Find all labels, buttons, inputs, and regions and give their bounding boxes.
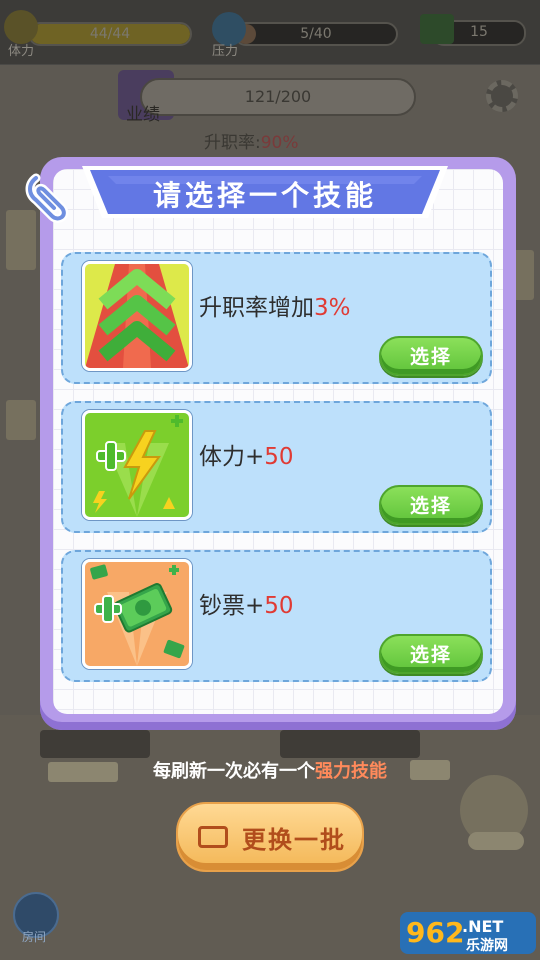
- refresh-hint: 每刷新一次必有一个强力技能: [0, 757, 540, 783]
- performance-label: 业绩: [126, 105, 160, 125]
- refresh-label: 更换一批: [242, 826, 346, 854]
- paperclip-icon: [25, 173, 69, 223]
- select-button[interactable]: 选择: [379, 634, 483, 674]
- cash-value: 15: [470, 24, 488, 40]
- site-watermark-logo: 962 .NET 乐游网: [400, 908, 536, 956]
- promotion-rate: 升职率:90%: [204, 128, 299, 153]
- skill-description: 体力+50: [199, 437, 294, 471]
- watermark-brand: 962: [406, 916, 464, 949]
- promotion-label: 升职率:: [204, 133, 261, 153]
- background-desk: [40, 730, 150, 758]
- skill-card[interactable]: 钞票+50 选择: [61, 550, 492, 682]
- stamina-bar: 44/44: [28, 22, 192, 46]
- performance-value: 121/200: [244, 87, 312, 106]
- hint-prefix: 每刷新一次必有一个: [153, 761, 315, 782]
- background-mascot-tag: [468, 832, 524, 850]
- performance-progress: 121/200: [140, 78, 416, 116]
- pressure-value: 5/40: [300, 26, 332, 42]
- lightning-icon: [4, 10, 38, 44]
- select-button[interactable]: 选择: [379, 336, 483, 376]
- background-desk: [280, 730, 420, 758]
- home-label: 房间: [22, 930, 47, 944]
- skill-description: 升职率增加3%: [199, 288, 351, 322]
- skill-name: 体力+: [199, 444, 265, 470]
- stamina-lightning-icon: [82, 410, 192, 520]
- video-icon: [198, 826, 228, 848]
- promotion-arrows-icon: [82, 261, 192, 371]
- skill-name: 升职率增加: [199, 295, 314, 321]
- pressure-bar: 5/40: [234, 22, 398, 46]
- skill-name: 钞票+: [199, 593, 265, 619]
- watermark-suffix: .NET: [462, 917, 503, 936]
- skill-card[interactable]: 升职率增加3% 选择: [61, 252, 492, 384]
- top-status-bar: 44/44 体力 5/40 压力 15: [0, 0, 540, 64]
- refresh-skills-button[interactable]: 更换一批: [176, 802, 364, 872]
- pressure-label: 压力: [212, 44, 239, 59]
- hint-highlight: 强力技能: [315, 761, 387, 782]
- skill-description: 钞票+50: [199, 586, 294, 620]
- cash-icon: [420, 14, 454, 44]
- stamina-label: 体力: [8, 44, 35, 59]
- promotion-value: 90%: [260, 133, 299, 153]
- skill-card[interactable]: 体力+50 选择: [61, 401, 492, 533]
- stamina-value: 44/44: [89, 26, 131, 42]
- background-shelf: [6, 400, 36, 440]
- skill-value: 3%: [314, 295, 351, 321]
- select-button[interactable]: 选择: [379, 485, 483, 525]
- dialog-title-banner: 请选择一个技能: [78, 160, 452, 224]
- watermark-site: 乐游网: [466, 937, 508, 954]
- cash-bundle-icon: [82, 559, 192, 669]
- skill-value: 50: [264, 593, 294, 619]
- dialog-title: 请选择一个技能: [152, 179, 377, 212]
- gear-icon[interactable]: [486, 80, 518, 112]
- skill-value: 50: [264, 444, 294, 470]
